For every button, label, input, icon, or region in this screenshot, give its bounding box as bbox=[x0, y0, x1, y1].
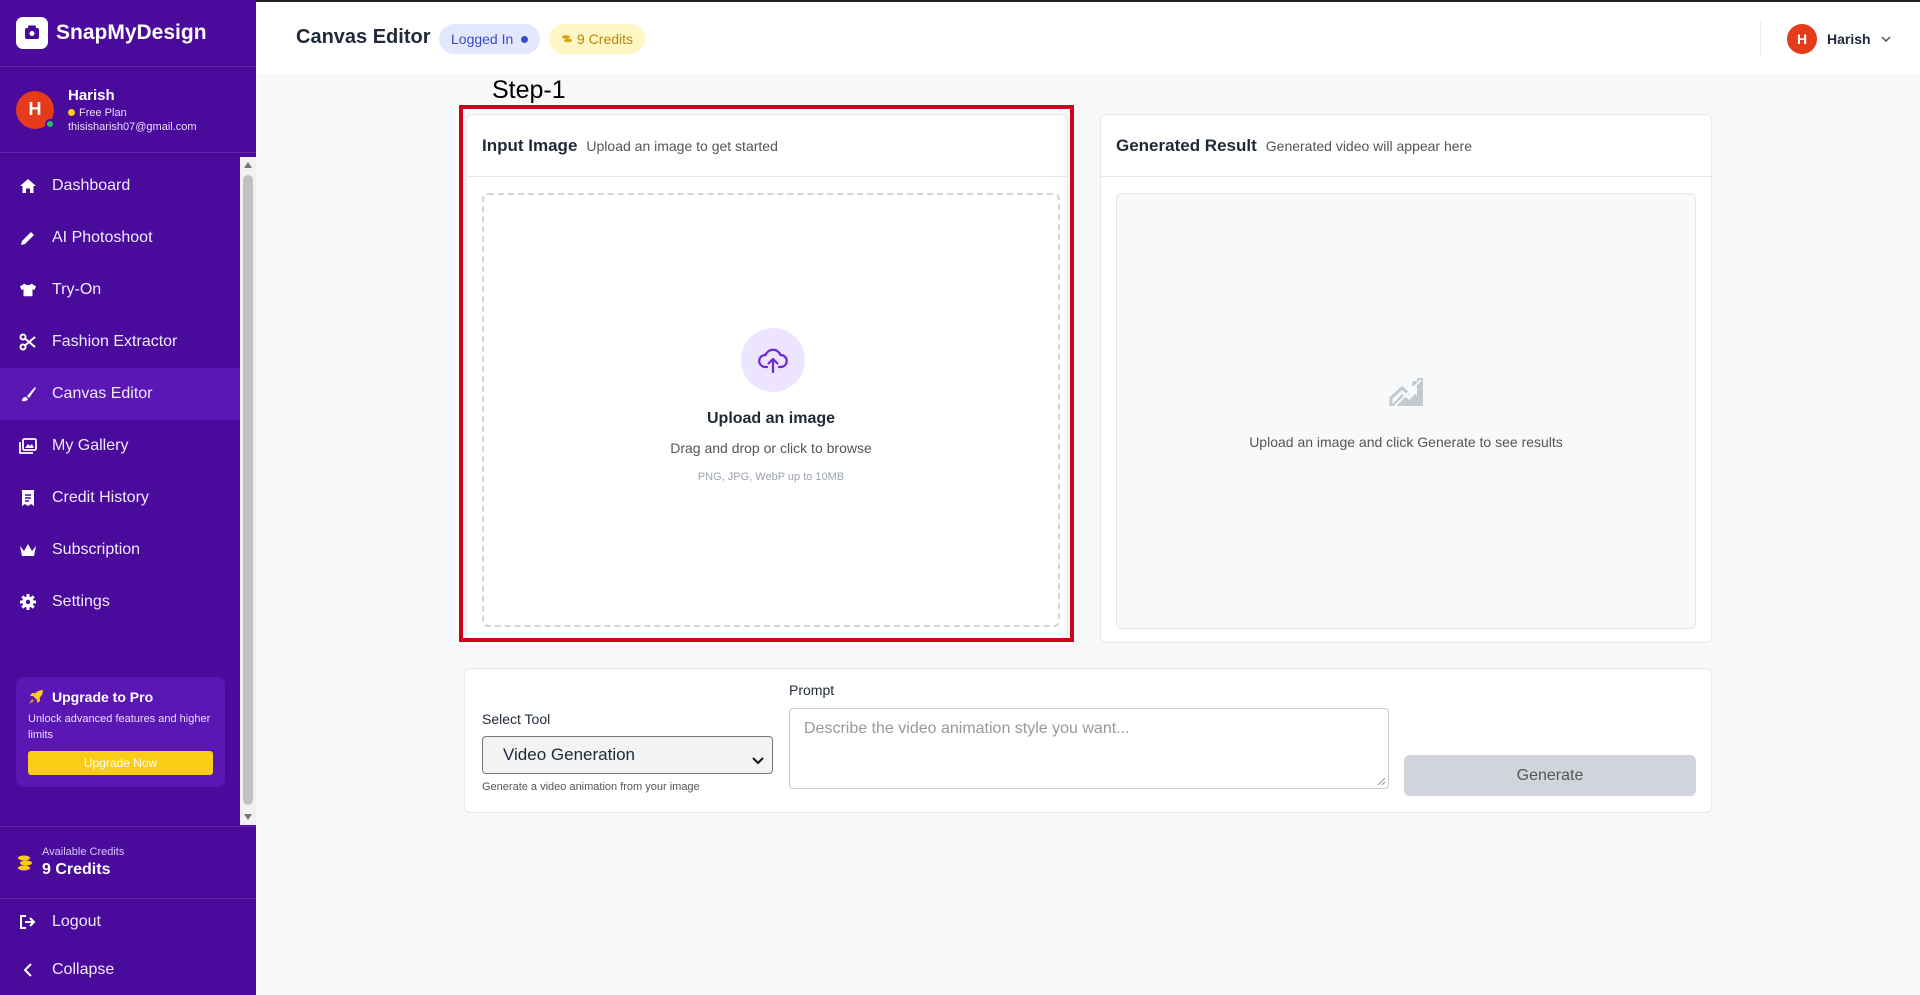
sidebar-item-label: Credit History bbox=[52, 489, 149, 506]
sidebar-item-my-gallery[interactable]: My Gallery bbox=[0, 420, 240, 472]
home-icon bbox=[19, 177, 37, 195]
shirt-icon bbox=[19, 281, 37, 299]
online-status-dot bbox=[45, 118, 55, 129]
rocket-icon bbox=[28, 689, 44, 705]
collapse-label: Collapse bbox=[52, 961, 115, 978]
upgrade-description: Unlock advanced features and higher limi… bbox=[28, 713, 211, 741]
collapse-button[interactable]: Collapse bbox=[0, 948, 256, 992]
logout-label: Logout bbox=[52, 913, 101, 930]
avatar: H bbox=[16, 90, 55, 129]
avatar: H bbox=[1787, 24, 1817, 54]
sidebar-item-subscription[interactable]: Subscription bbox=[0, 524, 240, 576]
upgrade-now-button[interactable]: Upgrade Now bbox=[28, 751, 213, 775]
sidebar-item-label: Try-On bbox=[52, 281, 102, 298]
image-placeholder-icon bbox=[1387, 374, 1427, 414]
sidebar-item-fashion-extractor[interactable]: Fashion Extractor bbox=[0, 316, 240, 368]
sidebar-scrollbar[interactable] bbox=[240, 157, 256, 825]
chevron-left-icon bbox=[19, 962, 37, 978]
resize-handle-icon[interactable] bbox=[1376, 776, 1386, 786]
header-divider bbox=[1760, 22, 1761, 56]
result-placeholder: Upload an image and click Generate to se… bbox=[1116, 193, 1696, 629]
crown-icon bbox=[19, 541, 37, 559]
result-card-header: Generated Result Generated video will ap… bbox=[1101, 115, 1711, 177]
generated-result-card: Generated Result Generated video will ap… bbox=[1100, 114, 1712, 643]
sidebar-user: H Harish Free Plan thisisharish07@gmail.… bbox=[0, 67, 256, 153]
brush-icon bbox=[19, 385, 37, 403]
logged-in-badge: Logged In bbox=[439, 24, 541, 54]
chevron-down-icon bbox=[752, 750, 764, 770]
upgrade-card: Upgrade to Pro Unlock advanced features … bbox=[16, 677, 225, 787]
select-tool-label: Select Tool bbox=[482, 711, 551, 727]
upgrade-title-text: Upgrade to Pro bbox=[52, 689, 154, 705]
result-card-title: Generated Result bbox=[1116, 135, 1257, 155]
brand[interactable]: SnapMyDesign bbox=[0, 0, 256, 67]
user-email: thisisharish07@gmail.com bbox=[68, 120, 197, 133]
coins-icon bbox=[16, 853, 34, 873]
scroll-up-arrow-icon[interactable] bbox=[244, 162, 252, 168]
sidebar-item-ai-photoshoot[interactable]: AI Photoshoot bbox=[0, 212, 240, 264]
coins-icon bbox=[561, 33, 573, 45]
available-credits: Available Credits 9 Credits bbox=[0, 826, 256, 899]
prompt-textarea[interactable]: Describe the video animation style you w… bbox=[789, 708, 1389, 789]
sidebar-item-label: Fashion Extractor bbox=[52, 333, 178, 350]
sidebar-item-credit-history[interactable]: Credit History bbox=[0, 472, 240, 524]
tool-select-value: Video Generation bbox=[503, 745, 636, 764]
sidebar-item-label: My Gallery bbox=[52, 437, 129, 454]
generation-controls: Select Tool Video Generation Generate a … bbox=[464, 668, 1712, 813]
user-menu-name: Harish bbox=[1827, 31, 1871, 47]
sidebar-item-label: Canvas Editor bbox=[52, 385, 153, 402]
logout-icon bbox=[19, 914, 37, 930]
brand-logo-icon bbox=[16, 17, 48, 49]
generate-button[interactable]: Generate bbox=[1404, 755, 1696, 796]
tool-select[interactable]: Video Generation bbox=[482, 736, 773, 774]
user-menu[interactable]: H Harish bbox=[1787, 24, 1891, 54]
user-plan-label: Free Plan bbox=[79, 106, 127, 119]
user-name: Harish bbox=[68, 86, 115, 104]
step-annotation-label: Step-1 bbox=[492, 76, 566, 104]
chevron-down-icon bbox=[1881, 36, 1891, 42]
status-dot-icon bbox=[521, 35, 529, 43]
avatar-initial: H bbox=[28, 99, 42, 119]
result-empty-text: Upload an image and click Generate to se… bbox=[1249, 434, 1563, 450]
credits-badge: 9 Credits bbox=[549, 24, 646, 54]
result-card-subtitle: Generated video will appear here bbox=[1265, 137, 1473, 154]
receipt-icon bbox=[19, 489, 37, 507]
sidebar-item-canvas-editor[interactable]: Canvas Editor bbox=[0, 368, 240, 420]
top-header: Canvas Editor Logged In 9 Credits H Hari… bbox=[256, 0, 1920, 74]
sidebar-item-dashboard[interactable]: Dashboard bbox=[0, 160, 240, 212]
logout-button[interactable]: Logout bbox=[0, 900, 256, 944]
gallery-icon bbox=[19, 437, 37, 455]
plan-dot-icon bbox=[68, 109, 75, 116]
sidebar-item-label: AI Photoshoot bbox=[52, 229, 153, 246]
available-credits-value: 9 Credits bbox=[42, 861, 111, 878]
sidebar-item-label: Dashboard bbox=[52, 177, 131, 194]
sidebar-item-try-on[interactable]: Try-On bbox=[0, 264, 240, 316]
sidebar-nav: Dashboard AI Photoshoot Try-On Fashion E… bbox=[0, 160, 240, 628]
page-title: Canvas Editor bbox=[296, 26, 431, 48]
sidebar-item-label: Subscription bbox=[52, 541, 141, 558]
gear-icon bbox=[19, 593, 37, 611]
user-plan: Free Plan bbox=[68, 107, 197, 119]
step-highlight-frame bbox=[459, 105, 1074, 642]
available-credits-label: Available Credits bbox=[42, 846, 125, 858]
sidebar-item-label: Settings bbox=[52, 593, 110, 610]
tool-help-text: Generate a video animation from your ima… bbox=[482, 781, 700, 793]
scissors-icon bbox=[19, 333, 37, 351]
sidebar: SnapMyDesign H Harish Free Plan thisisha… bbox=[0, 0, 256, 995]
logged-in-label: Logged In bbox=[451, 31, 514, 47]
prompt-placeholder: Describe the video animation style you w… bbox=[804, 720, 1130, 737]
scroll-down-arrow-icon[interactable] bbox=[244, 814, 252, 820]
prompt-label: Prompt bbox=[789, 682, 835, 698]
upgrade-title: Upgrade to Pro bbox=[28, 689, 213, 705]
brand-name: SnapMyDesign bbox=[56, 21, 207, 44]
pencil-icon bbox=[19, 229, 37, 247]
scrollbar-thumb[interactable] bbox=[243, 175, 253, 805]
sidebar-item-settings[interactable]: Settings bbox=[0, 576, 240, 628]
credits-badge-label: 9 Credits bbox=[577, 31, 634, 47]
